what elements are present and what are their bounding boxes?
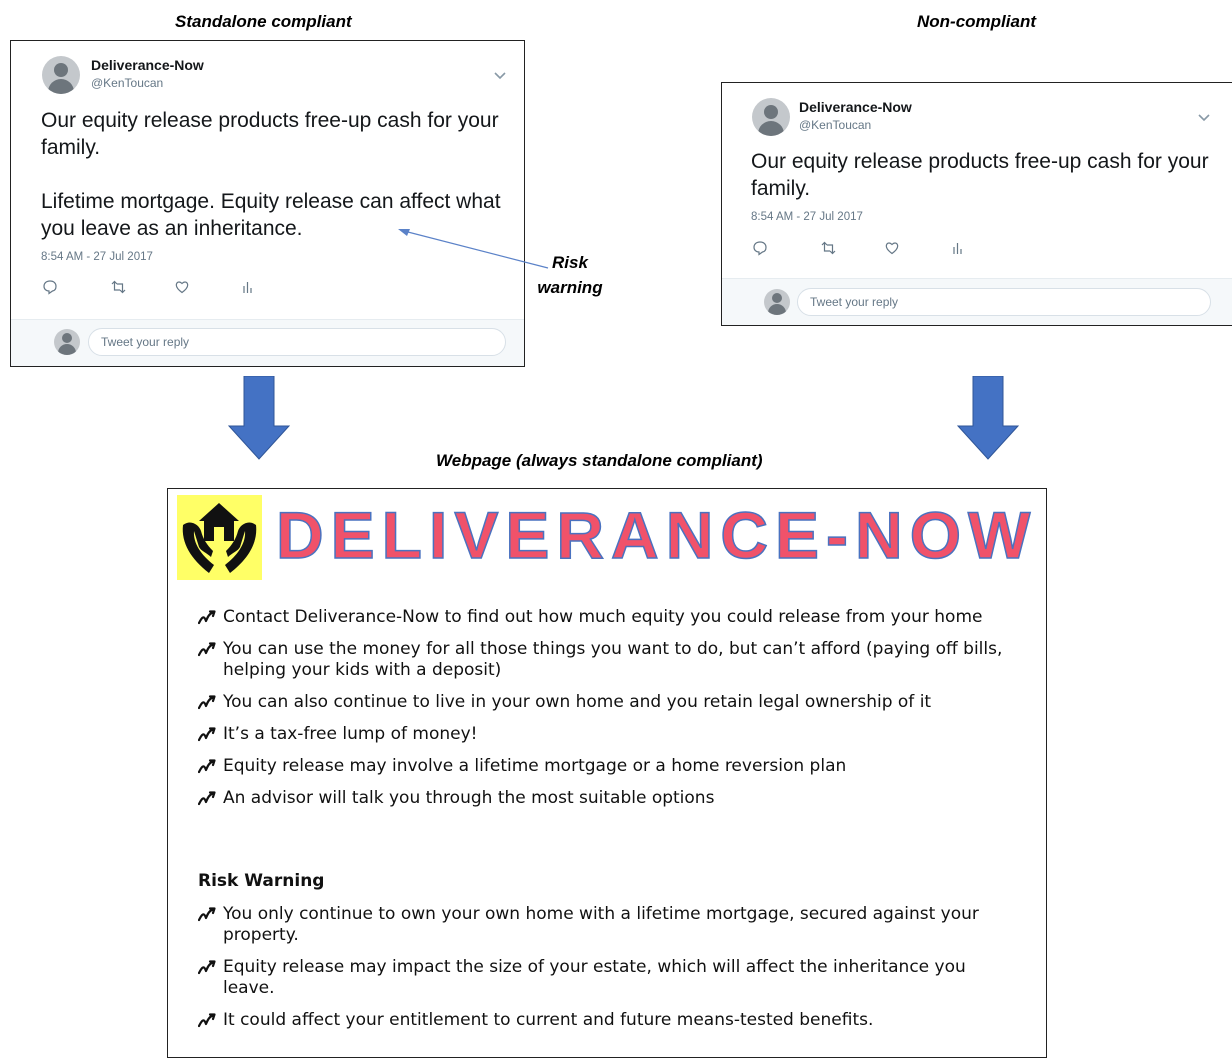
tweet-card-standalone: Deliverance-Now @KenToucan Our equity re… <box>10 40 525 367</box>
tweet-timestamp[interactable]: 8:54 AM - 27 Jul 2017 <box>751 211 863 223</box>
retweet-icon[interactable] <box>819 240 885 256</box>
risk-label-line2: warning <box>537 278 603 297</box>
webpage-panel: DELIVERANCE-NOW Contact Deliverance-Now … <box>167 488 1047 1058</box>
caption-noncompliant: Non-compliant <box>917 12 1036 31</box>
list-item: You can use the money for all those thin… <box>198 639 1016 681</box>
list-item-text: Equity release may involve a lifetime mo… <box>223 756 847 776</box>
tweet-timestamp[interactable]: 8:54 AM - 27 Jul 2017 <box>41 251 153 263</box>
tweet-author-handle[interactable]: @KenToucan <box>91 76 163 90</box>
reply-bar: Tweet your reply <box>722 278 1232 325</box>
reply-input[interactable]: Tweet your reply <box>797 288 1211 316</box>
retweet-icon[interactable] <box>109 279 175 295</box>
reply-icon[interactable] <box>43 279 109 295</box>
list-item-text: You can also continue to live in your ow… <box>223 692 932 712</box>
avatar <box>54 329 80 355</box>
list-item-text: It’s a tax-free lump of money! <box>223 724 478 744</box>
list-item-text: You can use the money for all those thin… <box>223 639 1003 680</box>
benefits-list: Contact Deliverance-Now to find out how … <box>198 607 1016 820</box>
tweet-card-noncompliant: Deliverance-Now @KenToucan Our equity re… <box>721 82 1232 326</box>
bullet-arrow-icon <box>198 642 216 657</box>
risk-warning-heading: Risk Warning <box>198 871 325 891</box>
list-item: It could affect your entitlement to curr… <box>198 1010 1016 1031</box>
tweet-actions <box>43 279 307 295</box>
bullet-arrow-icon <box>198 907 216 922</box>
analytics-icon[interactable] <box>951 240 1017 256</box>
avatar <box>764 289 790 315</box>
risk-label-line1: Risk <box>552 253 588 272</box>
reply-icon[interactable] <box>753 240 819 256</box>
bullet-arrow-icon <box>198 695 216 710</box>
list-item-text: An advisor will talk you through the mos… <box>223 788 715 808</box>
avatar[interactable] <box>42 56 80 94</box>
reply-bar: Tweet your reply <box>11 319 524 366</box>
list-item-text: It could affect your entitlement to curr… <box>223 1010 874 1030</box>
list-item: You can also continue to live in your ow… <box>198 692 1016 713</box>
risk-warning-list: You only continue to own your own home w… <box>198 904 1016 1042</box>
down-arrow-left <box>228 376 290 460</box>
house-hands-logo-icon <box>182 503 257 573</box>
tweet-text-line1: Our equity release products free-up cash… <box>41 109 499 159</box>
risk-warning-label: Risk warning <box>534 250 606 300</box>
list-item: An advisor will talk you through the mos… <box>198 788 1016 809</box>
bullet-arrow-icon <box>198 727 216 742</box>
bullet-arrow-icon <box>198 791 216 806</box>
list-item: Contact Deliverance-Now to find out how … <box>198 607 1016 628</box>
logo <box>177 495 262 580</box>
caption-standalone: Standalone compliant <box>175 12 352 31</box>
tweet-author-handle[interactable]: @KenToucan <box>799 118 871 132</box>
brand-title: DELIVERANCE-NOW <box>275 497 1038 573</box>
list-item-text: Equity release may impact the size of yo… <box>223 957 966 998</box>
analytics-icon[interactable] <box>241 279 307 295</box>
list-item: Equity release may impact the size of yo… <box>198 957 1016 999</box>
tweet-actions <box>753 240 1017 256</box>
tweet-text: Our equity release products free-up cash… <box>751 150 1209 200</box>
tweet-author-name[interactable]: Deliverance-Now <box>799 99 912 115</box>
like-icon[interactable] <box>885 240 951 256</box>
tweet-text-line2: Lifetime mortgage. Equity release can af… <box>41 190 501 240</box>
bullet-arrow-icon <box>198 1013 216 1028</box>
list-item: It’s a tax-free lump of money! <box>198 724 1016 745</box>
chevron-down-icon[interactable] <box>1197 113 1211 123</box>
tweet-text: Our equity release products free-up cash… <box>41 107 511 242</box>
list-item-text: You only continue to own your own home w… <box>223 904 979 945</box>
bullet-arrow-icon <box>198 610 216 625</box>
tweet-author-name[interactable]: Deliverance-Now <box>91 57 204 73</box>
like-icon[interactable] <box>175 279 241 295</box>
bullet-arrow-icon <box>198 759 216 774</box>
bullet-arrow-icon <box>198 960 216 975</box>
list-item: You only continue to own your own home w… <box>198 904 1016 946</box>
reply-input[interactable]: Tweet your reply <box>88 328 506 356</box>
list-item-text: Contact Deliverance-Now to find out how … <box>223 607 983 627</box>
caption-webpage: Webpage (always standalone compliant) <box>436 451 763 470</box>
list-item: Equity release may involve a lifetime mo… <box>198 756 1016 777</box>
avatar[interactable] <box>752 98 790 136</box>
down-arrow-right <box>957 376 1019 460</box>
chevron-down-icon[interactable] <box>493 71 507 81</box>
